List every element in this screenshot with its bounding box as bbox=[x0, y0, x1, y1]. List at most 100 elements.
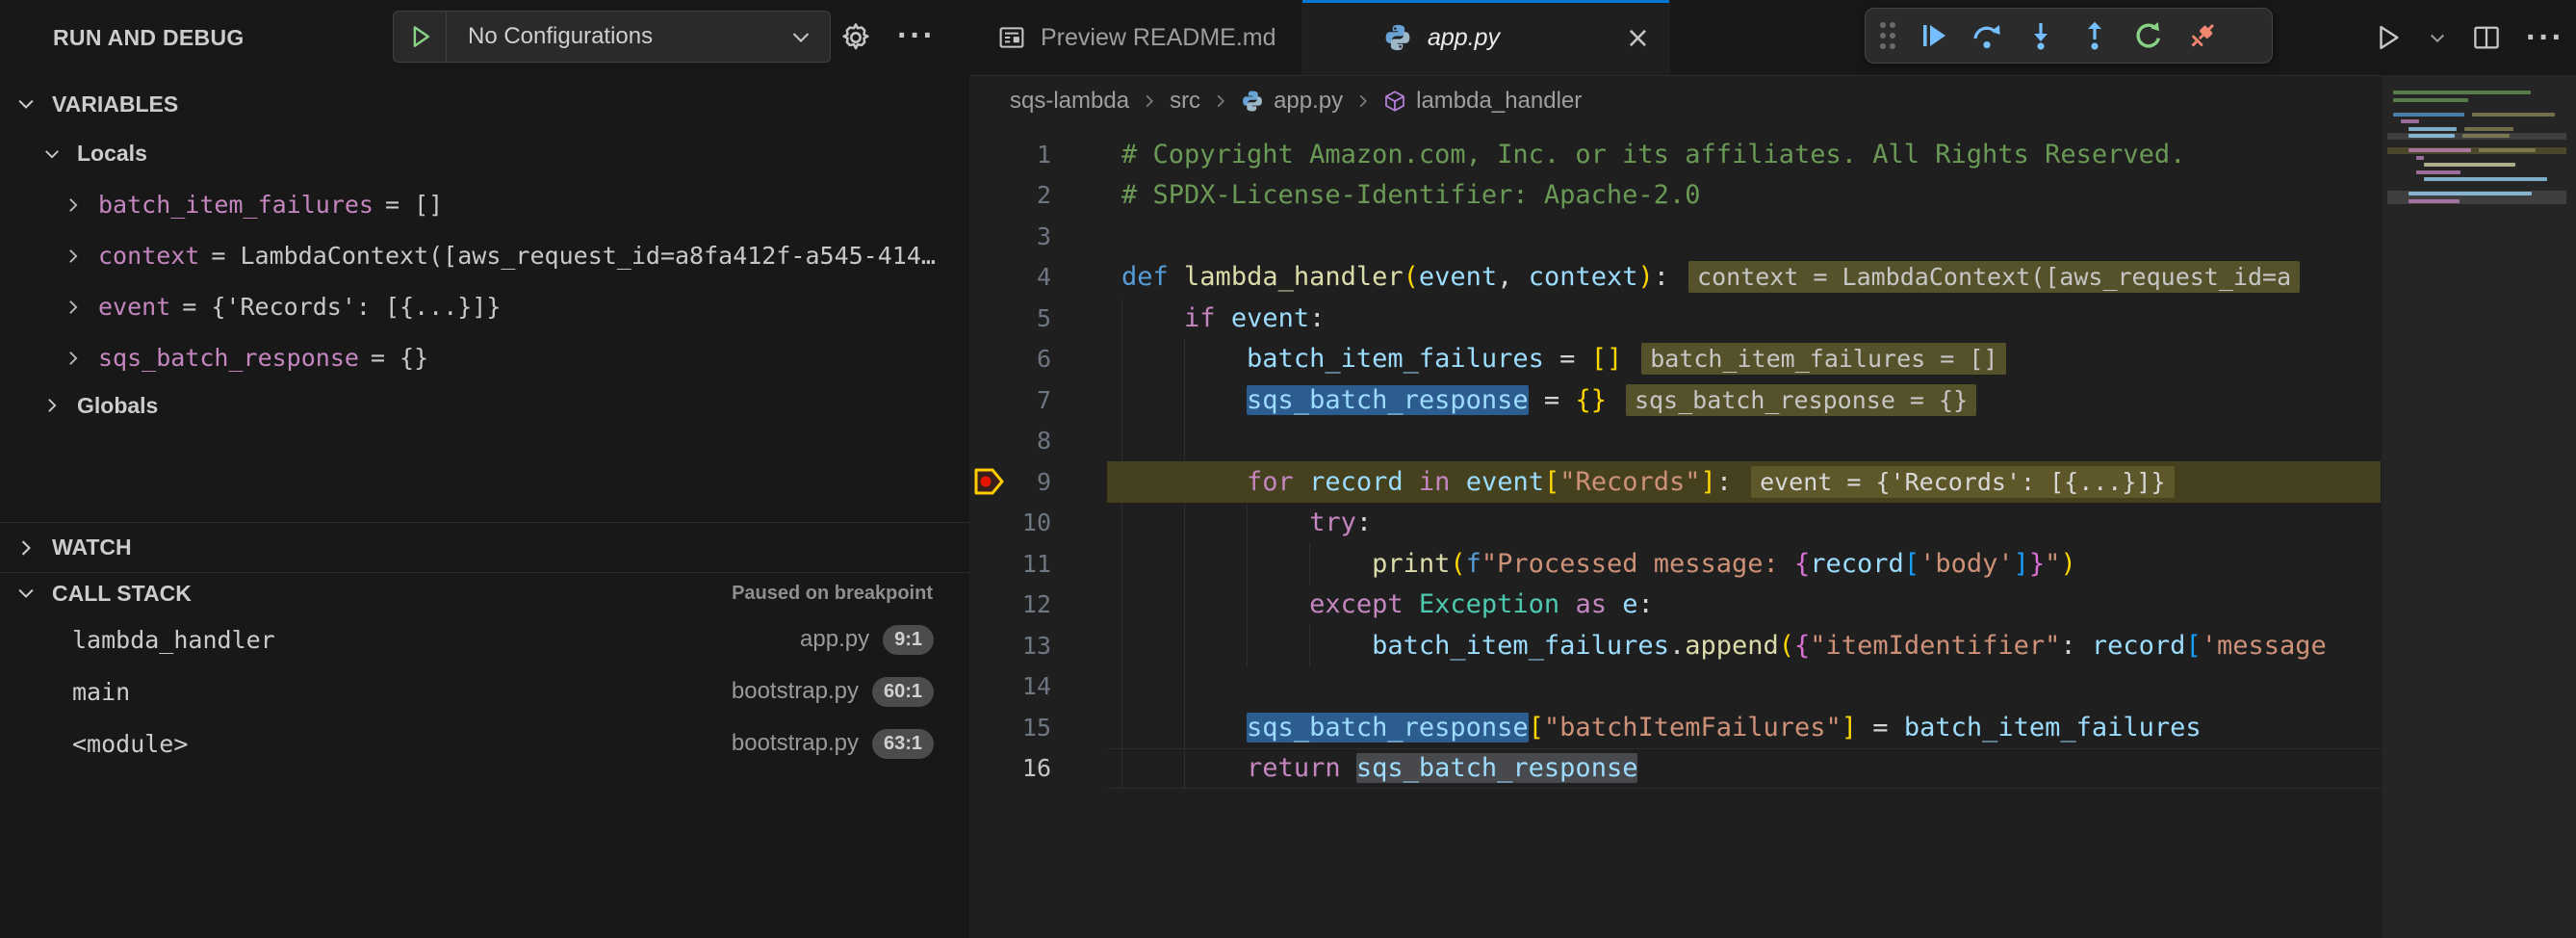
breakpoint-gutter[interactable] bbox=[969, 257, 1013, 299]
variable-name: event bbox=[98, 293, 170, 321]
code-line[interactable]: 9 for record in event["Records"]:event =… bbox=[969, 461, 2381, 503]
breakpoint-gutter[interactable] bbox=[969, 379, 1013, 421]
stack-frame[interactable]: mainbootstrap.py60:1 bbox=[0, 665, 969, 717]
minimap-line bbox=[2416, 170, 2460, 174]
code-line[interactable]: 5 if event: bbox=[969, 298, 2381, 339]
code-line[interactable]: 13 batch_item_failures.append({"itemIden… bbox=[969, 625, 2381, 666]
locals-group-header[interactable]: Locals bbox=[0, 128, 969, 179]
code-line[interactable]: 16 return sqs_batch_response bbox=[969, 748, 2381, 790]
breadcrumb-file[interactable]: app.py bbox=[1241, 88, 1343, 115]
frame-file: bootstrap.py bbox=[732, 730, 859, 757]
variables-header[interactable]: VARIABLES bbox=[0, 80, 969, 128]
code-line[interactable]: 10 try: bbox=[969, 503, 2381, 544]
code-line-text: except Exception as e: bbox=[1121, 589, 1654, 619]
minimap-line bbox=[2409, 127, 2457, 131]
markdown-preview-icon bbox=[998, 24, 1025, 51]
debug-step-over-icon[interactable] bbox=[1960, 9, 2014, 63]
code-line[interactable]: 7 sqs_batch_response = {}sqs_batch_respo… bbox=[969, 379, 2381, 421]
debug-disconnect-icon[interactable] bbox=[2176, 9, 2229, 63]
close-icon[interactable]: × bbox=[1626, 0, 1650, 75]
breakpoint-gutter[interactable] bbox=[969, 585, 1013, 626]
watch-section-header[interactable]: WATCH bbox=[0, 522, 969, 572]
minimap-line bbox=[2416, 156, 2424, 160]
breakpoint-gutter[interactable] bbox=[969, 666, 1013, 708]
code-line[interactable]: 12 except Exception as e: bbox=[969, 585, 2381, 626]
line-number: 10 bbox=[1013, 508, 1051, 536]
debug-continue-icon[interactable] bbox=[1906, 9, 1960, 63]
gear-icon[interactable] bbox=[839, 0, 872, 75]
stack-frame[interactable]: lambda_handlerapp.py9:1 bbox=[0, 613, 969, 665]
config-dropdown-label: No Configurations bbox=[468, 23, 789, 50]
frame-name: <module> bbox=[72, 730, 188, 758]
code-line[interactable]: 3 bbox=[969, 216, 2381, 257]
variable-value: = LambdaContext([aws_request_id=a8fa412f… bbox=[211, 242, 936, 270]
code-line[interactable]: 6 batch_item_failures = []batch_item_fai… bbox=[969, 339, 2381, 380]
minimap-line bbox=[2409, 134, 2455, 138]
code-line-text: print(f"Processed message: {record['body… bbox=[1121, 549, 2076, 579]
drag-handle-icon[interactable] bbox=[1877, 19, 1896, 52]
sidebar-header: RUN AND DEBUG No Configurations ··· bbox=[0, 0, 969, 75]
breakpoint-current-line-icon[interactable] bbox=[969, 461, 1013, 503]
split-editor-icon[interactable] bbox=[2472, 23, 2501, 52]
breadcrumb: sqs-lambda src app.py lambda_handler bbox=[969, 76, 2381, 126]
breakpoint-gutter[interactable] bbox=[969, 216, 1013, 257]
minimap[interactable] bbox=[2381, 75, 2576, 938]
minimap-line bbox=[2424, 177, 2547, 181]
run-python-file-icon[interactable] bbox=[2374, 23, 2403, 52]
variable-row[interactable]: context= LambdaContext([aws_request_id=a… bbox=[0, 230, 969, 281]
code-line[interactable]: 2# SPDX-License-Identifier: Apache-2.0 bbox=[969, 175, 2381, 217]
code-line[interactable]: 1# Copyright Amazon.com, Inc. or its aff… bbox=[969, 134, 2381, 175]
breakpoint-gutter[interactable] bbox=[969, 175, 1013, 217]
code-line[interactable]: 8 bbox=[969, 421, 2381, 462]
breakpoint-gutter[interactable] bbox=[969, 134, 1013, 175]
line-number: 4 bbox=[1013, 263, 1051, 291]
code-editor[interactable]: 1# Copyright Amazon.com, Inc. or its aff… bbox=[969, 134, 2381, 789]
line-number: 5 bbox=[1013, 304, 1051, 332]
chevron-down-icon bbox=[789, 25, 812, 48]
breadcrumb-project[interactable]: sqs-lambda bbox=[1010, 88, 1129, 115]
tab-preview-readme[interactable]: Preview README.md bbox=[969, 0, 1302, 75]
run-and-debug-sidebar: RUN AND DEBUG No Configurations ··· bbox=[0, 0, 970, 938]
minimap-line bbox=[2393, 98, 2468, 102]
tab-app-py[interactable]: app.py × bbox=[1302, 0, 1670, 75]
breakpoint-gutter[interactable] bbox=[969, 503, 1013, 544]
breakpoint-gutter[interactable] bbox=[969, 707, 1013, 748]
debug-restart-icon[interactable] bbox=[2122, 9, 2176, 63]
debug-toolbar bbox=[1865, 8, 2273, 64]
code-line[interactable]: 11 print(f"Processed message: {record['b… bbox=[969, 543, 2381, 585]
variable-value: = {} bbox=[371, 344, 428, 372]
code-line[interactable]: 15 sqs_batch_response["batchItemFailures… bbox=[969, 707, 2381, 748]
globals-group-header[interactable]: Globals bbox=[0, 383, 969, 428]
breadcrumb-folder[interactable]: src bbox=[1170, 88, 1200, 115]
stack-frame[interactable]: <module>bootstrap.py63:1 bbox=[0, 717, 969, 769]
more-actions-icon[interactable]: ··· bbox=[897, 0, 936, 71]
breakpoint-gutter[interactable] bbox=[969, 421, 1013, 462]
sidebar-title: RUN AND DEBUG bbox=[53, 0, 245, 75]
code-line-text: for record in event["Records"]:event = {… bbox=[1121, 467, 2175, 497]
code-line-text: sqs_batch_response = {}sqs_batch_respons… bbox=[1121, 385, 1976, 415]
debug-step-out-icon[interactable] bbox=[2068, 9, 2122, 63]
start-debug-icon[interactable] bbox=[407, 23, 434, 50]
breakpoint-gutter[interactable] bbox=[969, 298, 1013, 339]
debug-step-into-icon[interactable] bbox=[2014, 9, 2068, 63]
variable-value: = {'Records': [{...}]} bbox=[182, 293, 501, 321]
variable-row[interactable]: sqs_batch_response = {} bbox=[0, 332, 969, 383]
variable-row[interactable]: event = {'Records': [{...}]} bbox=[0, 281, 969, 332]
run-options-chevron-icon[interactable] bbox=[2428, 28, 2447, 47]
breakpoint-gutter[interactable] bbox=[969, 543, 1013, 585]
editor-more-actions-icon[interactable]: ··· bbox=[2526, 19, 2564, 57]
code-line[interactable]: 14 bbox=[969, 666, 2381, 708]
vscode-window: RUN AND DEBUG No Configurations ··· bbox=[0, 0, 2576, 938]
breadcrumb-symbol[interactable]: lambda_handler bbox=[1383, 88, 1582, 115]
variable-name: batch_item_failures bbox=[98, 191, 374, 219]
breakpoint-gutter[interactable] bbox=[969, 748, 1013, 790]
code-line[interactable]: 4def lambda_handler(event, context):cont… bbox=[969, 257, 2381, 299]
breakpoint-gutter[interactable] bbox=[969, 339, 1013, 380]
variable-name: sqs_batch_response bbox=[98, 344, 359, 372]
call-stack-header[interactable]: CALL STACK Paused on breakpoint bbox=[0, 573, 969, 613]
breakpoint-gutter[interactable] bbox=[969, 625, 1013, 666]
variable-row[interactable]: batch_item_failures= [] bbox=[0, 179, 969, 230]
minimap-line bbox=[2409, 199, 2460, 203]
debug-config-dropdown[interactable]: No Configurations bbox=[393, 11, 831, 63]
minimap-inline-value bbox=[2464, 127, 2512, 131]
